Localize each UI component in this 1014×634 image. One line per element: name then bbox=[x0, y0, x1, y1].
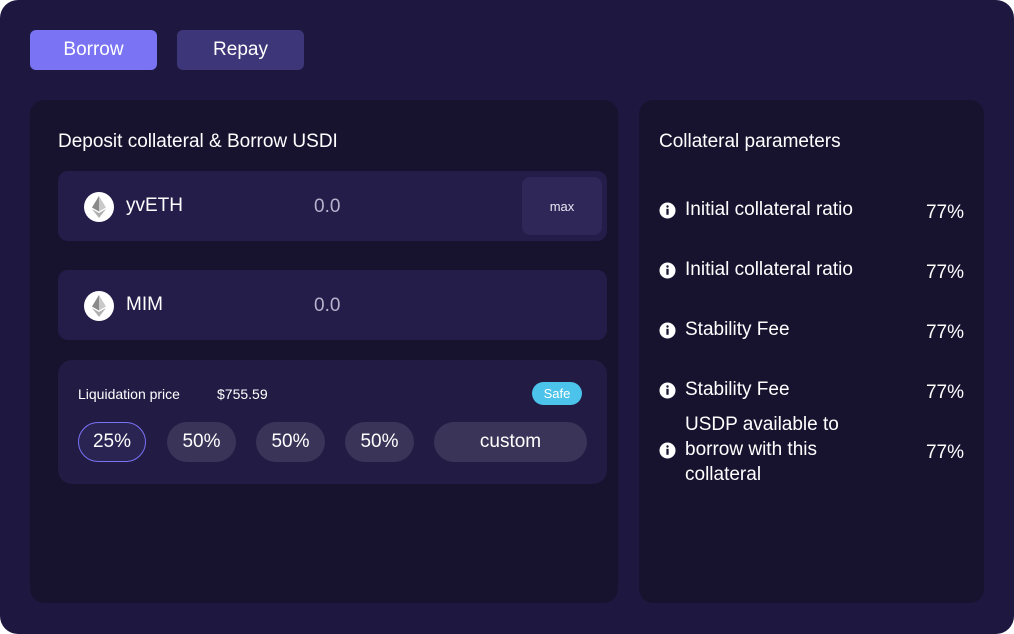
deposit-panel-title: Deposit collateral & Borrow USDI bbox=[58, 131, 338, 152]
percent-option-50[interactable]: 50% bbox=[345, 422, 414, 462]
asset-row-mim: MIM bbox=[58, 270, 607, 340]
param-value: 77% bbox=[925, 202, 964, 223]
status-badge: Safe bbox=[532, 382, 582, 405]
asset-name-yveth: yvETH bbox=[126, 195, 183, 216]
custom-percent-button[interactable]: custom bbox=[434, 422, 587, 462]
param-value: 77% bbox=[925, 262, 964, 283]
param-label: Stability Fee bbox=[685, 379, 790, 400]
param-value: 77% bbox=[925, 382, 964, 403]
param-label: Initial collateral ratio bbox=[685, 259, 853, 280]
max-button[interactable]: max bbox=[522, 177, 602, 235]
tab-borrow[interactable]: Borrow bbox=[30, 30, 157, 70]
yveth-amount-input[interactable] bbox=[314, 196, 484, 218]
liquidation-box: Liquidation price $755.59 Safe 25% 50% 5… bbox=[58, 360, 607, 484]
info-icon[interactable] bbox=[659, 262, 676, 279]
asset-row-yveth: yvETH max bbox=[58, 171, 607, 241]
info-icon[interactable] bbox=[659, 382, 676, 399]
param-label: USDP available to borrow with this colla… bbox=[685, 414, 839, 485]
info-icon[interactable] bbox=[659, 202, 676, 219]
parameters-panel-title: Collateral parameters bbox=[659, 131, 841, 152]
eth-coin-icon bbox=[84, 192, 114, 222]
tab-repay[interactable]: Repay bbox=[177, 30, 304, 70]
collateral-parameters-panel: Collateral parameters Initial collateral… bbox=[639, 100, 984, 603]
info-icon[interactable] bbox=[659, 322, 676, 339]
param-value: 77% bbox=[925, 442, 964, 463]
param-value: 77% bbox=[925, 322, 964, 343]
param-label: Initial collateral ratio bbox=[685, 199, 853, 220]
percent-option-50[interactable]: 50% bbox=[167, 422, 236, 462]
percent-option-50[interactable]: 50% bbox=[256, 422, 325, 462]
percent-option-25[interactable]: 25% bbox=[78, 422, 146, 462]
liquidation-price-value: $755.59 bbox=[217, 386, 268, 402]
liquidation-price-label: Liquidation price bbox=[78, 386, 180, 402]
eth-coin-icon bbox=[84, 291, 114, 321]
param-label: Stability Fee bbox=[685, 319, 790, 340]
asset-name-mim: MIM bbox=[126, 294, 163, 315]
deposit-panel: Deposit collateral & Borrow USDI yvETH m… bbox=[30, 100, 618, 603]
mim-amount-input[interactable] bbox=[314, 295, 484, 317]
app-frame: Borrow Repay Deposit collateral & Borrow… bbox=[0, 0, 1014, 634]
info-icon[interactable] bbox=[659, 442, 676, 459]
